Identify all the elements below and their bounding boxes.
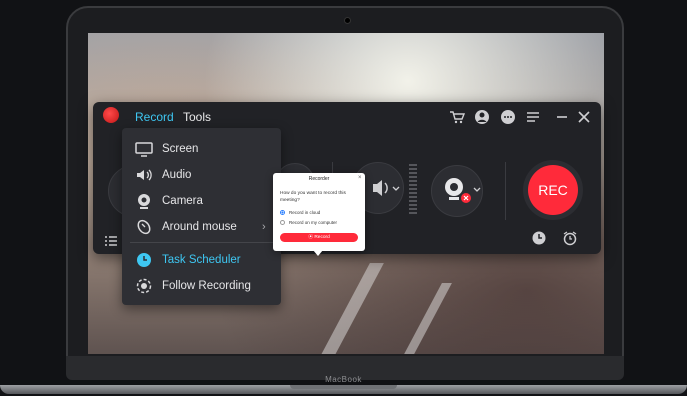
monitor-icon [135,140,153,158]
list-options-icon[interactable] [103,233,119,249]
target-icon [135,277,153,295]
dialog-record-button[interactable]: ⦿ Record [280,233,358,242]
radio-label: Record on my computer [289,220,338,225]
radio-record-on-computer[interactable] [280,220,285,225]
menu-item-follow-recording[interactable]: Follow Recording [135,277,251,295]
menu-item-camera[interactable]: Camera [135,192,203,210]
clock-icon[interactable] [531,230,547,246]
dialog-question: How do you want to record this meeting? [280,191,346,203]
menu-item-label: Around mouse [162,221,237,233]
volume-meter [409,164,417,214]
tab-tools[interactable]: Tools [183,110,211,124]
menu-item-label: Audio [162,169,192,181]
chevron-right-icon: › [262,221,266,233]
module-divider [505,162,506,220]
mouse-icon [135,218,153,236]
menu-item-around-mouse[interactable]: Around mouse [135,218,237,236]
laptop-camera [344,17,351,24]
user-icon[interactable] [474,109,490,125]
dialog-close-icon[interactable]: × [358,175,362,181]
cart-icon[interactable] [449,109,466,125]
menu-divider [130,242,275,243]
clock-icon [135,251,153,269]
webcam-icon [135,192,153,210]
tab-record[interactable]: Record [135,110,174,124]
minimize-icon[interactable] [554,109,570,125]
menu-item-label: Follow Recording [162,280,251,292]
chat-icon[interactable] [500,109,516,125]
laptop-base-notch [290,385,397,389]
menu-icon[interactable] [525,109,541,125]
close-icon[interactable] [576,109,592,125]
menu-item-audio[interactable]: Audio [135,166,191,184]
speaker-icon [135,166,153,184]
dialog-pointer [313,250,323,256]
menu-item-label: Task Scheduler [162,254,241,266]
menu-item-task-scheduler[interactable]: Task Scheduler [135,251,241,269]
app-logo [103,107,119,123]
radio-record-in-cloud[interactable] [280,210,285,215]
webcam-module[interactable] [431,165,483,217]
menu-item-label: Camera [162,195,203,207]
device-label: MacBook [325,375,362,384]
radio-label: Record in cloud [289,210,321,215]
menu-item-screen[interactable]: Screen [135,140,198,158]
rec-button[interactable]: REC [528,165,578,215]
alarm-icon[interactable] [562,230,578,246]
menu-item-label: Screen [162,143,199,155]
dialog-title: Recorder [308,176,330,182]
